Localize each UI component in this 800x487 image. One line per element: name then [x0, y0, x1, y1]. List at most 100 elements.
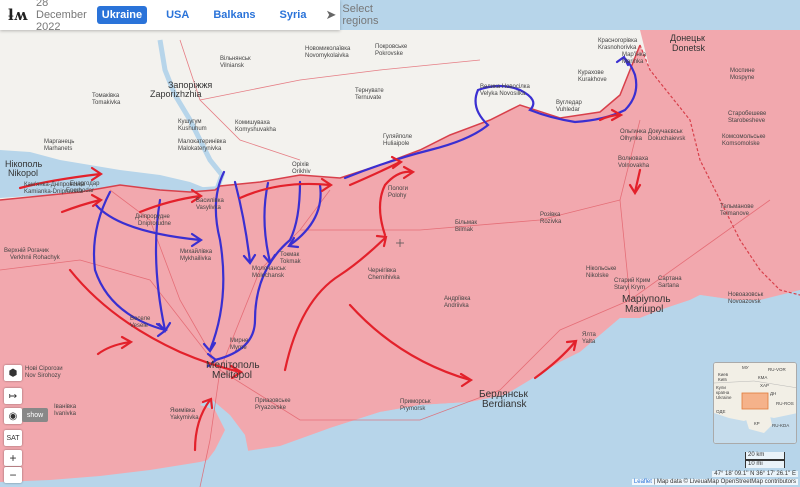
scale-mi: 10 mi: [745, 460, 785, 468]
label-donetsk-en: Donetsk: [672, 43, 706, 53]
label-vuhledar-en: Vuhledar: [556, 107, 580, 113]
label-pokrovske: Покровське: [375, 44, 408, 50]
minimap-label-dn: ДН: [770, 391, 777, 396]
map-canvas[interactable]: Запоріжжя Zaporizhzhia Нікополь Nikopol …: [0, 0, 800, 487]
label-komsomolske: Комсомольське: [722, 134, 766, 140]
label-vilniansk: Вільнянськ: [220, 56, 251, 62]
label-novomykolaivka-en: Novomykolaivka: [305, 53, 349, 59]
label-starobesheve: Старобешеве: [728, 111, 767, 117]
region-usa-button[interactable]: USA: [161, 6, 194, 24]
minimap[interactable]: МУ RU-VOR Киев Київ КМА ХАР ДН RU-ROS Ку…: [713, 362, 797, 444]
label-telmanove: Тельманове: [720, 204, 754, 210]
label-nikopol-en: Nikopol: [8, 168, 38, 178]
label-mospyne: Моспине: [730, 68, 755, 74]
label-kamianka-en: Kamianka-Dniprovska: [24, 189, 83, 195]
label-nikolske: Нікольське: [586, 266, 617, 272]
layers-icon: ⬢: [8, 367, 18, 379]
label-mariupol-en: Mariupol: [625, 304, 663, 315]
label-rozivka: Розівка: [540, 212, 561, 218]
label-verkhnii-rohachyk: Верхній Рогачик: [4, 247, 49, 254]
label-molochansk-en: Molochansk: [252, 273, 285, 279]
coordinates-readout: 47° 18' 09.1'' N 36° 17' 26.1'' E: [712, 471, 798, 477]
minimap-label-kr: КР: [754, 421, 760, 426]
select-regions-button[interactable]: ➤ Select regions: [325, 3, 378, 27]
label-mykhailivka: Михайлівка: [180, 248, 213, 255]
label-dokuchaievsk-en: Dokuchaievsk: [648, 136, 686, 142]
leaflet-link[interactable]: Leaflet: [634, 479, 652, 485]
minimap-label-ru-ros: RU-ROS: [776, 401, 794, 406]
zoom-out-button[interactable]: −: [4, 467, 22, 483]
label-malokaterynivka: Малокатеринівка: [178, 139, 227, 145]
label-vasylivka: Василівка: [196, 198, 224, 204]
label-yalta-en: Yalta: [582, 339, 596, 345]
label-tokmak-en: Tokmak: [280, 259, 302, 265]
navigation-arrow-icon: ➤: [325, 7, 337, 22]
attribution: Leaflet | Map data © LiveuaMap OpenStree…: [631, 479, 798, 485]
minimap-label-ru-vor: RU-VOR: [768, 367, 786, 372]
label-vesele: Веселе: [130, 316, 151, 322]
minimap-label-kyiv: Київ: [718, 377, 727, 382]
label-ivanivka-en: Ivanivka: [54, 411, 77, 417]
label-olhynka: Ольгинка: [620, 129, 647, 135]
label-staryi-krym: Старий Крим: [614, 277, 650, 284]
satellite-button[interactable]: SAT: [4, 430, 22, 446]
date-label: 28 December 2022: [36, 0, 87, 33]
label-telmanove-en: Telmanove: [720, 211, 750, 217]
label-marhanets: Марганець: [44, 139, 74, 145]
label-velyka-novosilka: Велика Новосілка: [480, 84, 530, 90]
scale-km: 20 km: [745, 452, 785, 460]
label-dniprorudne: Дніпрорудне: [135, 214, 171, 220]
label-dokuchaievsk: Докучаєвськ: [648, 129, 683, 135]
label-malokaterynivka-en: Malokaterynivka: [178, 146, 222, 152]
minimap-label-kma: КМА: [758, 375, 768, 380]
region-ukraine-button[interactable]: Ukraine: [96, 6, 148, 24]
measure-button[interactable]: ↦: [4, 388, 22, 404]
minimap-label-my: МУ: [742, 365, 749, 370]
top-bar: ƚʍ 28 December 2022 Ukraine USA Balkans …: [0, 0, 378, 33]
liveuamap-logo[interactable]: ƚʍ: [8, 6, 27, 24]
label-donetsk: Донецьк: [670, 33, 705, 43]
label-komyshuvakha: Комишуваха: [235, 120, 271, 126]
label-ternuvate-en: Ternuvate: [355, 95, 382, 101]
label-kushuhum-en: Kushuhum: [178, 126, 207, 132]
label-novi-sirohozy-en: Nov Sirohozy: [25, 373, 61, 379]
label-kushuhum: Кушугум: [178, 119, 202, 125]
label-novoazovsk-en: Novoazovsk: [728, 299, 762, 305]
map-app: Запоріжжя Zaporizhzhia Нікополь Nikopol …: [0, 0, 800, 487]
label-orikhiv-en: Orikhiv: [292, 169, 311, 175]
label-vuhledar: Вугледар: [556, 100, 583, 106]
minimap-label-ode: ОДЕ: [716, 409, 726, 414]
label-prymorsk-en: Prymorsk: [400, 406, 426, 412]
label-yakymivka: Якимівка: [170, 408, 196, 414]
label-mospyne-en: Mospyne: [730, 75, 755, 81]
label-ternuvate: Тернувате: [355, 88, 384, 94]
label-marhanets-en: Marhanets: [44, 146, 72, 152]
label-komyshuvakha-en: Komyshuvakha: [235, 127, 277, 133]
label-staryi-krym-en: Staryi Krym: [614, 285, 645, 291]
label-rozivka-en: Rozivka: [540, 219, 562, 225]
label-krasnohorivka: Красногорівка: [598, 38, 638, 44]
show-button[interactable]: show: [22, 408, 48, 422]
minimap-label-ukraine: Ukraine: [716, 395, 732, 400]
label-bilmak-en: Bilmak: [455, 227, 474, 233]
label-sartana-en: Sartana: [658, 283, 680, 289]
minimap-label-khar: ХАР: [760, 383, 770, 388]
layers-button[interactable]: ⬢: [4, 365, 22, 381]
label-novomykolaivka: Новомиколаївка: [305, 46, 351, 52]
label-myrne-en: Myrne: [230, 345, 247, 351]
label-orikhiv: Оріхів: [292, 162, 309, 168]
hide-button[interactable]: ◉: [4, 408, 22, 424]
region-syria-button[interactable]: Syria: [275, 6, 312, 24]
label-kamianka: Кам'янка-Дніпровська: [24, 182, 85, 188]
region-balkans-button[interactable]: Balkans: [208, 6, 260, 24]
label-starobesheve-en: Starobesheve: [728, 118, 766, 124]
label-tokmak: Токмак: [280, 252, 300, 258]
zoom-in-button[interactable]: +: [4, 450, 22, 466]
label-velyka-novosilka-en: Velyka Novosilka: [480, 91, 526, 97]
label-sartana: Сартана: [658, 276, 682, 282]
scale-bar: 20 km 10 mi: [745, 452, 785, 468]
label-tomakivka: Томаківка: [92, 93, 120, 99]
label-zaporizhzhia-en: Zaporizhzhia: [150, 89, 202, 99]
label-kurakhove: Курахове: [578, 70, 604, 76]
label-berdiansk-en: Berdiansk: [482, 399, 527, 410]
